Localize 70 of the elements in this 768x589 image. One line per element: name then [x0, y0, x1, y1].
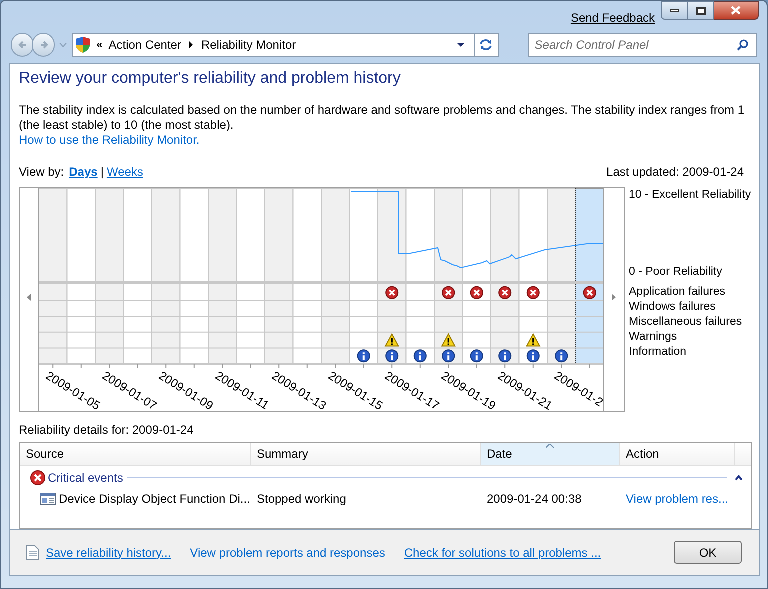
collapse-icon[interactable] [735, 474, 743, 480]
action-link[interactable]: View problem res... [626, 492, 728, 506]
row-label: Warnings [629, 330, 678, 345]
row-label: Miscellaneous failures [629, 315, 744, 330]
breadcrumb-arrow-icon[interactable] [188, 41, 194, 49]
shield-icon [74, 36, 91, 54]
breadcrumb[interactable]: Reliability Monitor [201, 36, 296, 54]
info-icon[interactable] [357, 350, 370, 363]
description-text: The stability index is calculated based on the number of hardware and software problems and changes. The stability index ranges from 1 (the least stable) to 10 (the most stable). [19, 103, 746, 133]
overflow-chevron[interactable]: « [96, 36, 103, 54]
page-heading: Review your computer's reliability and problem history [19, 69, 402, 89]
info-icon[interactable] [498, 350, 512, 363]
minimize-button[interactable] [661, 1, 688, 20]
help-link[interactable]: How to use the Reliability Monitor. [19, 133, 200, 148]
table-cell: Stopped working [257, 492, 346, 506]
error-icon [30, 470, 46, 486]
maximize-button[interactable] [688, 1, 714, 20]
error-icon[interactable] [386, 286, 399, 300]
table-cell-text: Device Display Object Function Di... [59, 490, 250, 508]
row-label: Windows failures [629, 300, 717, 315]
warning-icon[interactable] [441, 333, 456, 347]
info-icon[interactable] [414, 350, 427, 363]
error-icon[interactable] [442, 286, 456, 300]
refresh-button[interactable] [474, 33, 499, 57]
info-icon[interactable] [470, 350, 484, 363]
scale-label: 10 - Excellent Reliability [629, 188, 752, 203]
close-icon [731, 6, 741, 15]
table-cell: 2009-01-24 00:38 [487, 492, 582, 506]
scroll-left-icon[interactable] [27, 294, 31, 301]
refresh-icon [479, 38, 494, 52]
footer-link[interactable]: Check for solutions to all problems ... [404, 544, 602, 562]
info-icon[interactable] [526, 350, 540, 363]
view-option-link[interactable]: Weeks [106, 163, 144, 181]
row-label: Information [629, 345, 688, 360]
row-label: Application failures [629, 285, 727, 300]
info-icon[interactable] [555, 350, 568, 363]
arrow-left-icon [16, 39, 28, 51]
dropdown-icon[interactable] [456, 42, 466, 48]
error-icon[interactable] [470, 286, 484, 300]
error-icon[interactable] [583, 286, 596, 300]
breadcrumb[interactable]: Action Center [108, 36, 182, 54]
view-option-link[interactable]: Days [69, 163, 98, 181]
close-button[interactable] [714, 1, 759, 20]
search-field[interactable]: Search Control Panel [528, 33, 757, 57]
error-icon[interactable] [498, 286, 512, 300]
address-bar[interactable]: « Action Center Reliability Monitor [72, 33, 475, 57]
details-label: Reliability details for: 2009-01-24 [19, 422, 195, 439]
search-icon[interactable] [737, 39, 749, 51]
day-column[interactable] [490, 188, 520, 364]
view-by-label: View by: [19, 164, 64, 181]
column-header[interactable]: Action [620, 443, 735, 465]
column-header[interactable]: Source [20, 443, 251, 465]
application-window-icon [40, 492, 56, 504]
warning-icon[interactable] [384, 333, 400, 347]
info-icon[interactable] [442, 350, 456, 363]
error-icon[interactable] [526, 286, 540, 300]
send-feedback-link[interactable]: Send Feedback [570, 9, 655, 27]
group-header[interactable]: Critical events [48, 468, 124, 486]
ok-button[interactable]: OK [674, 541, 742, 564]
scroll-right-icon[interactable] [612, 294, 616, 301]
info-icon[interactable] [386, 350, 399, 363]
column-header[interactable]: Date [481, 443, 620, 465]
separator: | [100, 164, 104, 181]
warning-icon[interactable] [526, 333, 541, 347]
scale-label: 0 - Poor Reliability [629, 265, 724, 280]
day-column[interactable] [547, 188, 576, 364]
document-icon [26, 544, 40, 560]
last-updated-text: Last updated: 2009-01-24 [606, 164, 744, 181]
footer-link[interactable]: Save reliability history... [46, 544, 172, 562]
footer-link[interactable]: View problem reports and responses [190, 544, 386, 562]
